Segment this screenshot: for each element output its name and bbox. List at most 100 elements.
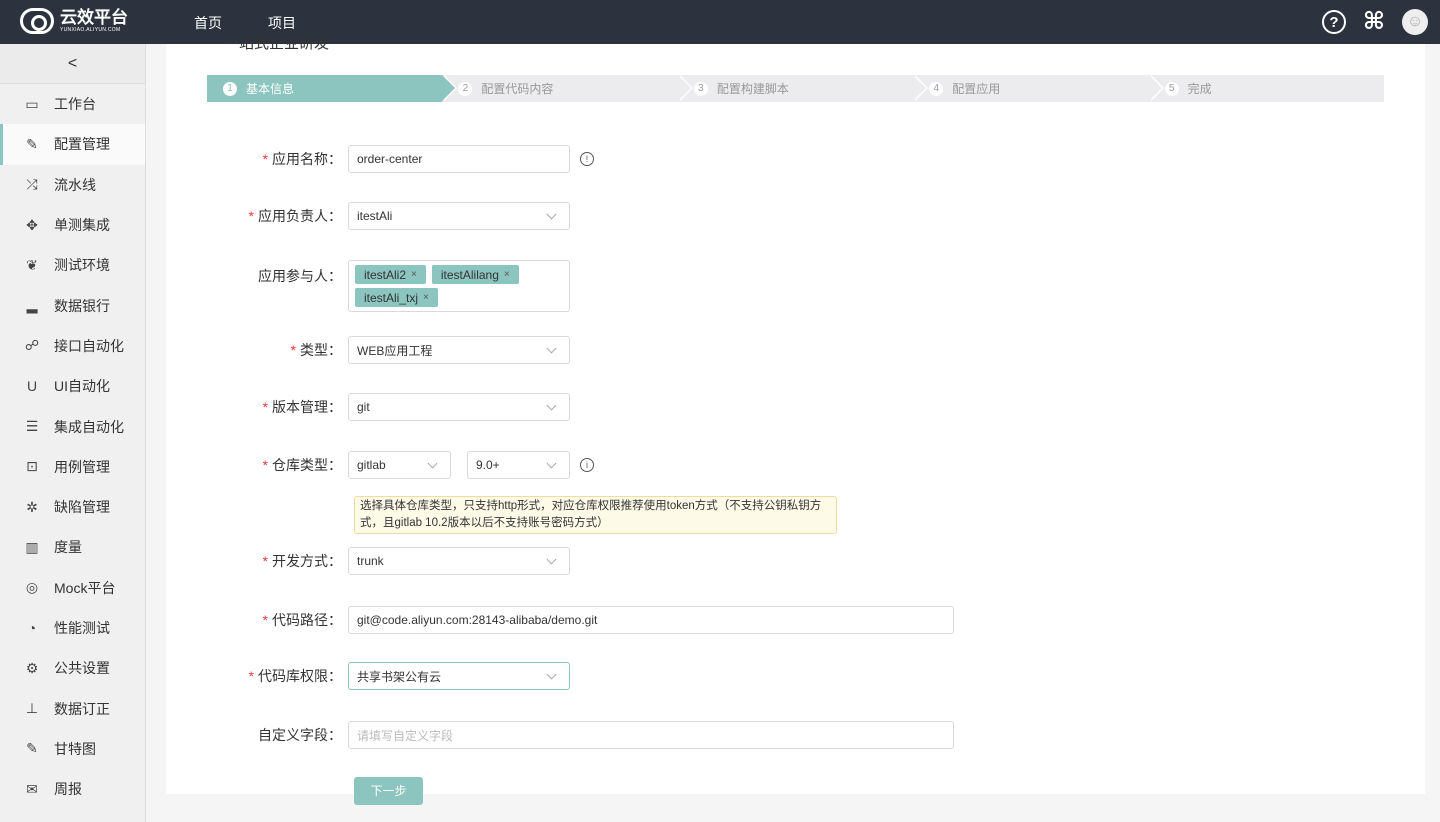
bug-icon: ✲: [26, 498, 38, 515]
field-label: * 应用名称：: [166, 149, 348, 169]
sidebar-item[interactable]: ◎ Mock平台: [0, 568, 145, 608]
field-label: 自定义字段: [258, 727, 328, 743]
sidebar-item-label: Mock平台: [54, 579, 116, 596]
step-label: 基本信息: [246, 82, 295, 96]
sidebar-item-label: 用例管理: [54, 458, 110, 475]
avatar[interactable]: ☺: [1402, 9, 1428, 35]
field-label: 类型: [300, 342, 328, 358]
nav-projects[interactable]: 项目: [268, 13, 296, 33]
row-repo-type: * 仓库类型： gitlab 9.0+ i: [166, 451, 1425, 479]
owner-select[interactable]: itestAli: [348, 202, 570, 230]
step-number: 5: [1164, 81, 1179, 96]
step-5: 5 完成: [1149, 75, 1384, 102]
field-label: * 类型：: [166, 340, 348, 360]
sidebar-item[interactable]: ▂ 数据银行: [0, 285, 145, 325]
field-label: ：: [328, 399, 342, 415]
sidebar: < ▭ 工作台 ✎ 配置管理 ⤮ 流水线 ✥ 单测集成 ❦ 测试环境 ▂ 数据银行 ☍ 接口自动化 U UI自…: [0, 44, 146, 822]
custom-field-input[interactable]: 请填写自定义字段: [348, 721, 954, 749]
row-type: * 类型： WEB应用工程: [166, 336, 1425, 364]
participant-tag: itestAlilang ×: [431, 265, 519, 284]
sidebar-item[interactable]: ✎ 配置管理: [0, 124, 145, 165]
sidebar-item-label: 度量: [54, 539, 82, 556]
vcs-select[interactable]: git: [348, 393, 570, 421]
step-4: 4 配置应用: [913, 75, 1165, 102]
field-label: ：: [328, 151, 342, 167]
sidebar-item[interactable]: ✎ 甘特图: [0, 729, 145, 769]
top-header: 云效平台 YUNXIAO.ALIYUN.COM 首页 项目 ? ⌘ ☺: [0, 0, 1440, 44]
nav-home[interactable]: 首页: [194, 13, 222, 33]
sidebar-item[interactable]: ⚙ 公共设置: [0, 648, 145, 688]
field-label: ：: [328, 612, 342, 628]
required-mark: *: [262, 612, 268, 628]
sidebar-item-label: 周报: [54, 781, 82, 798]
sidebar-item[interactable]: ☰ 集成自动化: [0, 406, 145, 446]
row-owner: * 应用负责人： itestAli: [166, 202, 1425, 230]
type-select[interactable]: WEB应用工程: [348, 336, 570, 364]
sidebar-item-label: 甘特图: [54, 740, 96, 757]
sidebar-item-label: 接口自动化: [54, 337, 124, 354]
step-number: 2: [458, 81, 473, 96]
field-label: ：: [328, 208, 342, 224]
sidebar-item[interactable]: ◔ 性能测试: [0, 608, 145, 648]
sidebar-item[interactable]: ⊡ 用例管理: [0, 447, 145, 487]
sidebar-item[interactable]: ✉ 周报: [0, 769, 145, 809]
sidebar-item[interactable]: ⤮ 流水线: [0, 165, 145, 205]
sidebar-item[interactable]: ❦ 测试环境: [0, 245, 145, 285]
field-label: 应用参与人: [258, 268, 328, 284]
logo[interactable]: 云效平台 YUNXIAO.ALIYUN.COM: [20, 8, 128, 34]
sidebar-item[interactable]: ☍ 接口自动化: [0, 326, 145, 366]
magnet-icon: U: [26, 378, 38, 395]
sidebar-item[interactable]: ⊥ 数据订正: [0, 688, 145, 728]
step-1: 1 基本信息: [207, 75, 458, 102]
field-label: 应用负责人: [258, 208, 328, 224]
field-label: * 仓库类型：: [166, 455, 348, 475]
steps-bar: 1 基本信息 2 配置代码内容 3 配置构建脚本 4 配置应用 5 完成: [207, 75, 1384, 102]
field-label: * 代码路径：: [166, 610, 348, 630]
pin-icon: ⊥: [25, 700, 39, 717]
wrench-icon: ✎: [26, 135, 38, 152]
code-path-input[interactable]: git@code.aliyun.com:28143-alibaba/demo.g…: [348, 606, 954, 634]
gear-icon: ⚙: [25, 659, 39, 676]
row-custom: 自定义字段： 请填写自定义字段: [166, 721, 1425, 749]
apps-icon[interactable]: ⌘: [1362, 10, 1386, 34]
step-2: 2 配置代码内容: [442, 75, 694, 102]
remove-tag-icon[interactable]: ×: [504, 269, 510, 280]
dev-mode-select[interactable]: trunk: [348, 547, 570, 575]
sidebar-item[interactable]: ▭ 工作台: [0, 84, 145, 124]
field-label: 版本管理: [272, 399, 328, 415]
page-title: 一站式企业研发: [224, 35, 330, 52]
sidebar-item-label: 数据订正: [54, 700, 110, 717]
repo-version-select[interactable]: 9.0+: [467, 451, 570, 479]
sidebar-item-label: 集成自动化: [54, 418, 124, 435]
repo-type-select[interactable]: gitlab: [348, 451, 451, 479]
step-number: 3: [693, 81, 708, 96]
inbox-icon: ⊡: [26, 458, 38, 475]
sidebar-item[interactable]: ▥ 度量: [0, 527, 145, 567]
field-label: 开发方式: [272, 553, 328, 569]
step-label: 配置应用: [952, 82, 1001, 96]
bar-chart-icon: ▥: [25, 538, 39, 555]
sidebar-item[interactable]: U UI自动化: [0, 366, 145, 406]
field-label: 代码路径: [272, 612, 328, 628]
sidebar-item-label: 测试环境: [54, 257, 110, 274]
sidebar-item-label: 单测集成: [54, 217, 110, 234]
repo-permission-select[interactable]: 共享书架公有云: [348, 662, 570, 690]
app-name-input[interactable]: order-center: [348, 145, 570, 173]
remove-tag-icon[interactable]: ×: [411, 269, 417, 280]
field-label: 仓库类型: [272, 457, 328, 473]
sidebar-item[interactable]: ✥ 单测集成: [0, 205, 145, 245]
help-icon[interactable]: ?: [1322, 10, 1346, 34]
remove-tag-icon[interactable]: ×: [423, 292, 429, 303]
row-dev-mode: * 开发方式： trunk: [166, 547, 1425, 575]
info-icon[interactable]: i: [580, 458, 594, 472]
info-icon[interactable]: !: [580, 152, 594, 166]
sidebar-collapse-button[interactable]: <: [0, 44, 145, 84]
next-button[interactable]: 下一步: [354, 777, 423, 805]
required-mark: *: [262, 553, 268, 569]
participants-input[interactable]: itestAli2 × itestAlilang × itestAli_txj ×: [348, 260, 570, 312]
field-label: 自定义字段：: [166, 725, 348, 745]
sidebar-item-label: 配置管理: [54, 136, 110, 153]
sidebar-item[interactable]: ✲ 缺陷管理: [0, 487, 145, 527]
sitemap-icon: ☍: [24, 337, 40, 354]
field-label: ：: [328, 342, 342, 358]
